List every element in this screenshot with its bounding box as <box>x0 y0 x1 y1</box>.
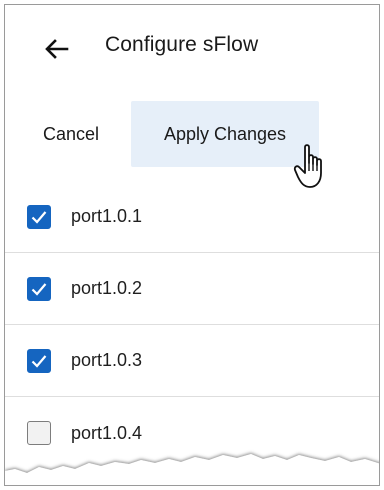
port-checkbox[interactable] <box>27 276 51 301</box>
port-row[interactable]: port1.0.4 <box>5 397 379 469</box>
action-bar: Cancel Apply Changes <box>5 101 379 167</box>
port-row[interactable]: port1.0.3 <box>5 325 379 397</box>
port-label: port1.0.3 <box>71 350 143 370</box>
port-row[interactable]: port1.0.2 <box>5 253 379 325</box>
arrow-left-icon <box>45 39 69 59</box>
checkmark-icon <box>31 210 47 224</box>
checkmark-icon <box>31 354 47 368</box>
apply-changes-button[interactable]: Apply Changes <box>131 101 319 167</box>
port-label: port1.0.2 <box>71 278 143 298</box>
port-checkbox[interactable] <box>27 421 51 445</box>
panel-header: Configure sFlow <box>5 5 379 89</box>
port-label: port1.0.4 <box>71 422 143 443</box>
cancel-button[interactable]: Cancel <box>23 101 119 167</box>
checkmark-icon <box>31 282 47 296</box>
port-list: port1.0.1 port1.0.2 port1.0.3 port1.0.4 <box>5 181 379 469</box>
port-row[interactable]: port1.0.1 <box>5 181 379 253</box>
sflow-config-panel: Configure sFlow Cancel Apply Changes por… <box>4 4 380 486</box>
port-checkbox[interactable] <box>27 348 51 373</box>
port-label: port1.0.1 <box>71 206 143 226</box>
back-button[interactable] <box>41 35 73 63</box>
port-checkbox[interactable] <box>27 204 51 229</box>
page-title: Configure sFlow <box>105 33 259 56</box>
